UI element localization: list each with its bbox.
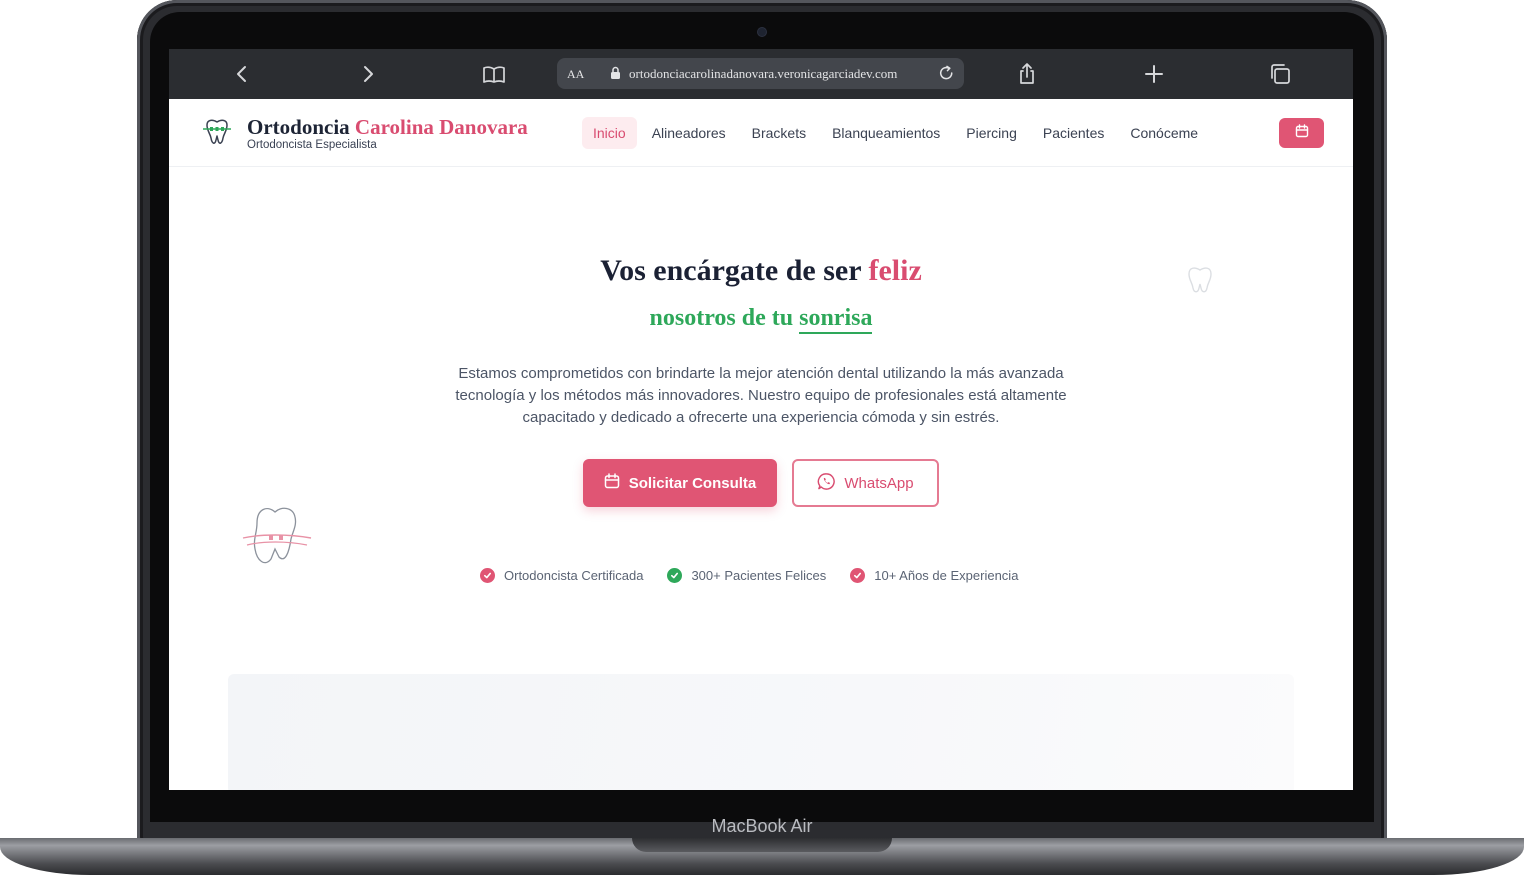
device-label: MacBook Air [711,816,813,836]
hero-title: Vos encárgate de ser feliz [169,254,1353,288]
book-appointment-button[interactable] [1279,118,1324,148]
share-icon[interactable] [1015,62,1039,86]
site-header: Ortodoncia Carolina Danovara Ortodoncist… [169,99,1353,167]
features-row: Ortodoncista Certificada 300+ Pacientes … [480,568,1042,583]
hero-subtitle-main: nosotros de tu [649,305,800,331]
feature-patients: 300+ Pacientes Felices [667,568,826,583]
bookmarks-icon[interactable] [482,62,506,86]
brand-name-accent: Carolina Danovara [354,115,528,139]
forward-icon[interactable] [356,62,380,86]
reload-icon[interactable] [937,64,956,83]
feature-certified: Ortodoncista Certificada [480,568,643,583]
request-consultation-button[interactable]: Solicitar Consulta [583,459,777,507]
camera [758,28,766,36]
brand-name[interactable]: Ortodoncia Carolina Danovara [247,115,528,140]
hero-subtitle-accent: sonrisa [799,305,873,334]
nav-item-blanqueamientos[interactable]: Blanqueamientos [821,117,951,149]
tabs-overview-icon[interactable] [1268,62,1292,86]
url-text: ortodonciacarolinadanovara.veronicagarci… [629,66,898,81]
whatsapp-icon [817,472,836,495]
tooth-logo-icon[interactable] [200,116,234,150]
nav-item-brackets[interactable]: Brackets [741,117,817,149]
check-circle-icon [480,568,495,583]
whatsapp-label: WhatsApp [844,474,914,492]
check-circle-icon [667,568,683,583]
braces-tooth-decoration-icon [241,503,313,569]
hero-title-accent: feliz [868,254,922,287]
brand-subtitle: Ortodoncista Especialista [247,139,377,151]
laptop-base-notch [632,838,892,852]
check-circle-icon [850,568,866,583]
lock-icon [610,66,621,80]
address-bar[interactable]: AA ortodonciacarolinadanovara.veronicaga… [557,58,964,89]
feature-label: 300+ Pacientes Felices [691,568,827,583]
browser-toolbar: AA ortodonciacarolinadanovara.veronicaga… [169,49,1353,99]
text-size-button[interactable]: AA [567,67,584,82]
nav-item-inicio[interactable]: Inicio [582,117,637,149]
hero-description: Estamos comprometidos con brindarte la m… [455,365,1067,426]
browser-window: AA ortodonciacarolinadanovara.veronicaga… [169,49,1353,790]
back-icon[interactable] [230,62,254,86]
nav-item-alineadores[interactable]: Alineadores [641,117,737,149]
main-nav: Inicio Alineadores Brackets Blanqueamien… [582,116,1213,150]
request-consultation-label: Solicitar Consulta [628,474,757,492]
feature-label: Ortodoncista Certificada [504,568,644,583]
nav-item-piercing[interactable]: Piercing [955,117,1028,149]
calendar-icon [604,473,620,493]
hero-media-panel [228,674,1294,790]
nav-item-pacientes[interactable]: Pacientes [1032,117,1115,149]
hero-subtitle: nosotros de tu sonrisa [169,305,1353,334]
nav-item-conoceme[interactable]: Conóceme [1119,117,1209,149]
whatsapp-button[interactable]: WhatsApp [792,459,939,507]
brand-name-main: Ortodoncia [247,115,355,139]
feature-label: 10+ Años de Experiencia [874,568,1019,583]
hero-title-main: Vos encárgate de ser [600,254,869,287]
new-tab-icon[interactable] [1142,62,1166,86]
calendar-icon [1295,123,1309,143]
feature-experience: 10+ Años de Experiencia [850,568,1018,583]
